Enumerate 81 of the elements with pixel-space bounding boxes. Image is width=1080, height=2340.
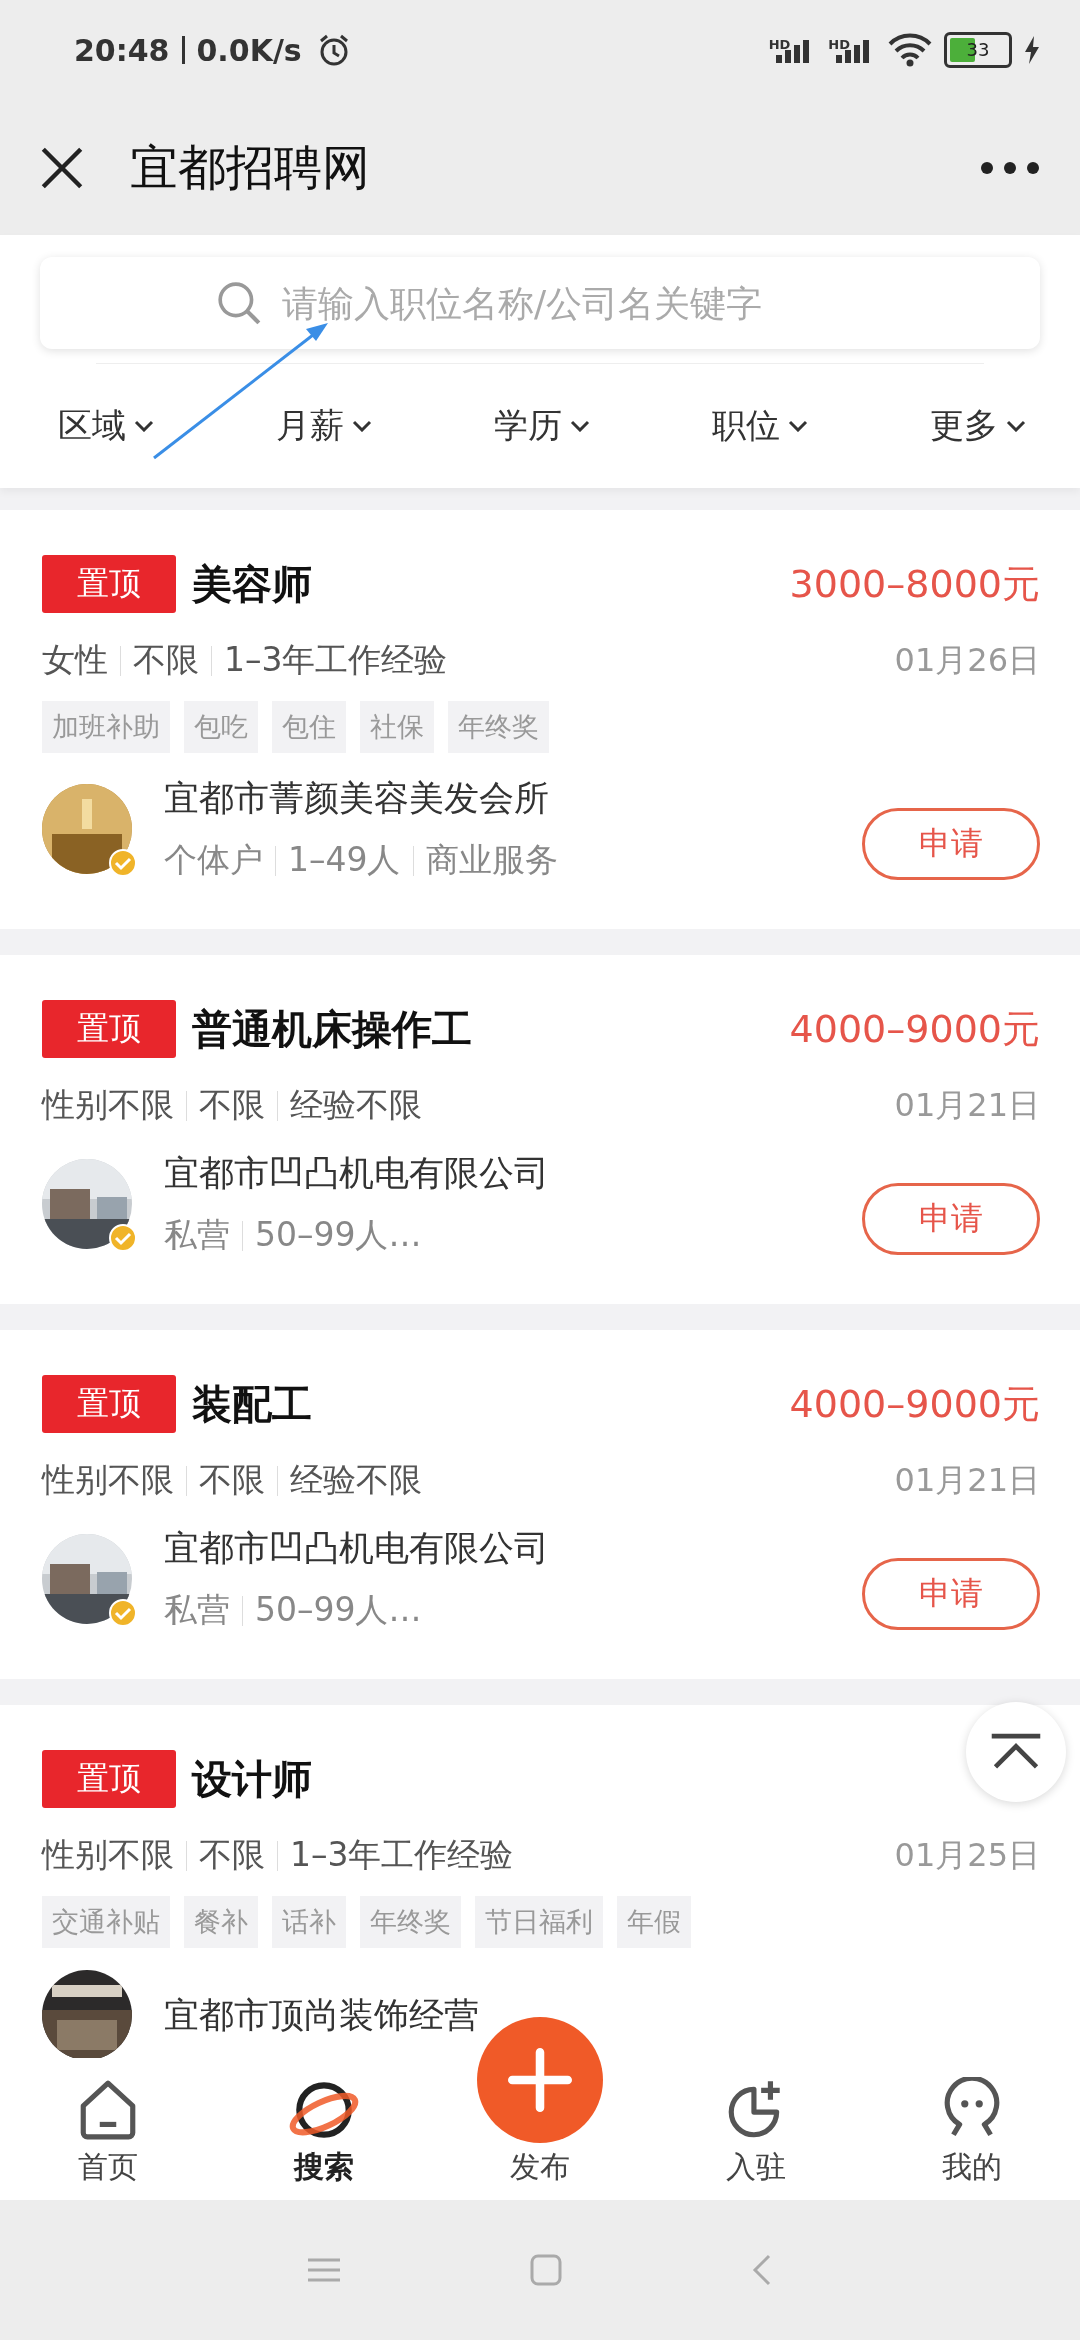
apply-button[interactable]: 申请	[862, 808, 1040, 880]
chevron-down-icon	[352, 420, 372, 432]
post-date: 01月26日	[894, 639, 1040, 681]
job-card[interactable]: 置顶 美容师 3000–8000元 女性 不限 1–3年工作经验 01月26日 加班补助 包吃 包住 社保 年终奖 宜都市菁颜美容美发会所 个体户 1–49人 商业服务 申请	[0, 510, 1080, 929]
pinned-badge: 置顶	[42, 1750, 176, 1808]
nav-tab[interactable]: 首页	[38, 2077, 178, 2188]
job-title: 装配工	[192, 1379, 313, 1429]
company-name: 宜都市菁颜美容美发会所	[164, 777, 550, 820]
company-detail: 私营	[164, 1589, 230, 1631]
job-card[interactable]: 置顶 设计师 性别不限 不限 1–3年工作经验 01月25日 交通补贴 餐补 话补 年终奖 节日福利 年假 宜都市顶尚装饰经营	[0, 1705, 1080, 2058]
benefit-tag: 话补	[272, 1896, 346, 1948]
nav-tab[interactable]: 搜索	[254, 2077, 394, 2188]
job-requirement: 1–3年工作经验	[290, 1834, 514, 1876]
benefit-tag: 交通补贴	[42, 1896, 170, 1948]
benefit-tag: 年终奖	[448, 701, 549, 753]
benefit-tag: 包吃	[184, 701, 258, 753]
filter-dropdown[interactable]: 区域	[58, 403, 154, 449]
post-date: 01月21日	[894, 1084, 1040, 1126]
pinned-badge: 置顶	[42, 555, 176, 613]
benefit-tag: 年终奖	[360, 1896, 461, 1948]
close-icon[interactable]	[40, 145, 84, 190]
benefit-tag: 加班补助	[42, 701, 170, 753]
chevron-down-icon	[788, 420, 808, 432]
search-icon	[216, 280, 262, 326]
benefit-tag: 餐补	[184, 1896, 258, 1948]
job-requirement: 不限	[199, 1459, 265, 1501]
chevron-down-icon	[134, 420, 154, 432]
company-detail: 个体户	[164, 839, 263, 881]
job-requirement: 性别不限	[42, 1459, 174, 1501]
job-title: 设计师	[192, 1754, 313, 1804]
benefit-tag: 年假	[617, 1896, 691, 1948]
salary: 4000–9000元	[789, 1005, 1040, 1053]
post-date: 01月25日	[894, 1834, 1040, 1876]
job-card[interactable]: 置顶 普通机床操作工 4000–9000元 性别不限 不限 经验不限 01月21日 宜都市凹凸机电有限公司 私营 50–99人… 申请	[0, 955, 1080, 1304]
wifi-icon	[888, 33, 932, 67]
company-name: 宜都市凹凸机电有限公司	[164, 1152, 550, 1195]
company-detail: 私营	[164, 1214, 230, 1256]
search-bar[interactable]: 请输入职位名称/公司名关键字	[40, 257, 1040, 349]
job-title: 普通机床操作工	[192, 1004, 473, 1054]
filter-dropdown[interactable]: 学历	[494, 403, 590, 449]
filter-dropdown[interactable]: 职位	[712, 403, 808, 449]
nav-tab[interactable]: 入驻	[686, 2077, 826, 2188]
benefit-tag: 社保	[360, 701, 434, 753]
clock-time: 20:48	[74, 32, 170, 68]
company-name: 宜都市凹凸机电有限公司	[164, 1527, 550, 1570]
page-title: 宜都招聘网	[130, 137, 371, 197]
company-detail: 50–99人…	[255, 1214, 422, 1256]
network-speed: 0.0K/s	[196, 32, 302, 68]
benefit-tag: 包住	[272, 701, 346, 753]
chevron-down-icon	[570, 420, 590, 432]
job-requirement: 经验不限	[290, 1084, 422, 1126]
chevron-down-icon	[1006, 420, 1026, 432]
job-requirement: 性别不限	[42, 1084, 174, 1126]
filter-dropdown[interactable]: 月薪	[276, 403, 372, 449]
apply-button[interactable]: 申请	[862, 1183, 1040, 1255]
job-requirement: 1–3年工作经验	[224, 639, 448, 681]
job-requirement: 不限	[199, 1834, 265, 1876]
job-requirement: 不限	[199, 1084, 265, 1126]
post-date: 01月21日	[894, 1459, 1040, 1501]
job-requirement: 性别不限	[42, 1834, 174, 1876]
job-requirement: 女性	[42, 639, 108, 681]
more-icon[interactable]	[980, 160, 1040, 175]
network-type: HD	[768, 37, 791, 52]
network-type: HD	[828, 37, 850, 52]
company-name: 宜都市顶尚装饰经营	[164, 1993, 480, 2037]
pinned-badge: 置顶	[42, 1375, 176, 1433]
apply-button[interactable]: 申请	[862, 1558, 1040, 1630]
search-field[interactable]: 请输入职位名称/公司名关键字	[282, 273, 842, 333]
job-requirement: 不限	[133, 639, 199, 681]
filter-dropdown[interactable]: 更多	[930, 403, 1026, 449]
job-title: 美容师	[192, 559, 313, 609]
company-detail: 商业服务	[425, 839, 558, 881]
job-requirement: 经验不限	[290, 1459, 422, 1501]
job-card[interactable]: 置顶 装配工 4000–9000元 性别不限 不限 经验不限 01月21日 宜都市凹凸机电有限公司 私营 50–99人… 申请	[0, 1330, 1080, 1679]
salary: 4000–9000元	[789, 1380, 1040, 1428]
company-detail: 1–49人	[288, 839, 401, 881]
company-detail: 50–99人…	[255, 1589, 422, 1631]
pinned-badge: 置顶	[42, 1000, 176, 1058]
benefit-tag: 节日福利	[475, 1896, 603, 1948]
salary: 3000–8000元	[789, 560, 1040, 608]
nav-tab[interactable]: 我的	[902, 2077, 1042, 2188]
